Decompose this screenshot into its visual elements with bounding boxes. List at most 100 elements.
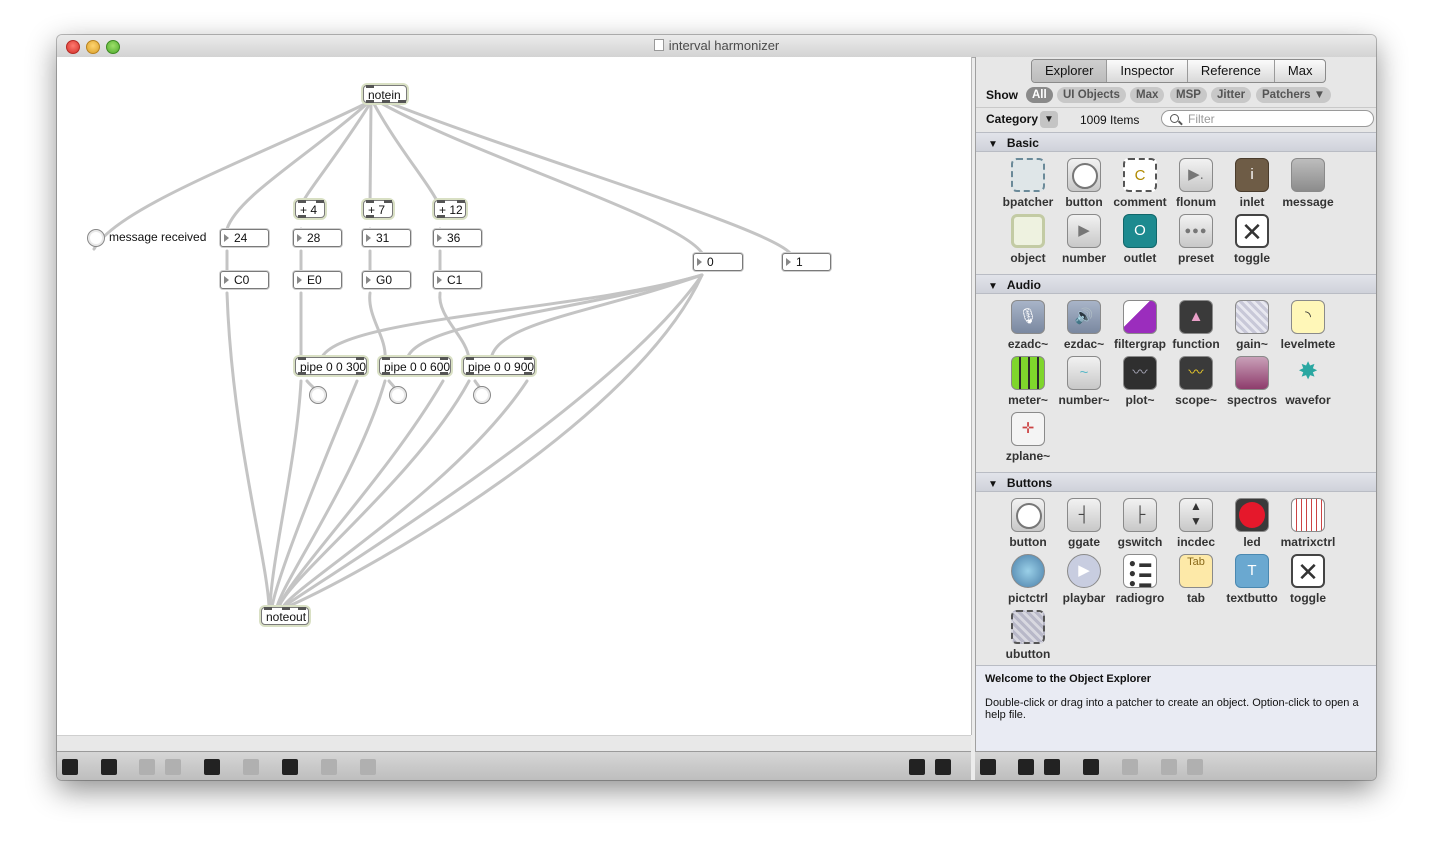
number-box-28[interactable]: 28 <box>293 229 342 247</box>
explorer-item-led[interactable]: led <box>1224 498 1280 554</box>
explorer-item-gswitch[interactable]: ├ gswitch <box>1112 498 1168 554</box>
eye-icon[interactable] <box>1083 759 1099 775</box>
note-name-box-c0[interactable]: C0 <box>220 271 269 289</box>
explorer-item-waveform[interactable]: ✸ wavefor <box>1280 356 1336 412</box>
title-bar[interactable]: interval harmonizer <box>57 35 1376 58</box>
category-dropdown[interactable]: ▼ <box>1040 111 1058 128</box>
item-label: number~ <box>1058 393 1110 407</box>
plus-7-object[interactable]: + 7 <box>363 200 393 218</box>
explorer-item-preset[interactable]: ●●● preset <box>1168 214 1224 270</box>
notein-object[interactable]: notein <box>363 85 407 103</box>
horizontal-scrollbar[interactable] <box>57 735 971 752</box>
note-name-box-g0[interactable]: G0 <box>362 271 411 289</box>
explorer-item-filtergraph[interactable]: filtergrap <box>1112 300 1168 356</box>
filter-patchers[interactable]: Patchers ▼ <box>1256 87 1332 103</box>
explorer-item-ezdac[interactable]: 🔊 ezdac~ <box>1056 300 1112 356</box>
pipe-600-object[interactable]: pipe 0 0 600 <box>379 357 451 375</box>
explorer-item-button-2[interactable]: button <box>1000 498 1056 554</box>
delete-icon[interactable] <box>165 759 181 775</box>
message-box-0[interactable]: 0 <box>693 253 743 271</box>
explorer-item-toggle-2[interactable]: ✕ toggle <box>1280 554 1336 610</box>
plus-4-object[interactable]: + 4 <box>295 200 325 218</box>
explorer-item-bpatcher[interactable]: bpatcher <box>1000 158 1056 214</box>
explorer-item-levelmeter[interactable]: ◝ levelmete <box>1280 300 1336 356</box>
disclosure-triangle-icon: ▼ <box>988 139 998 150</box>
pipe-300-bang[interactable] <box>309 386 327 404</box>
filter-ui-objects[interactable]: UI Objects <box>1057 87 1126 103</box>
explorer-item-spectroscope[interactable]: spectros <box>1224 356 1280 412</box>
explorer-item-toggle[interactable]: ✕ toggle <box>1224 214 1280 270</box>
explorer-item-function[interactable]: ▲ function <box>1168 300 1224 356</box>
note-name-box-c1[interactable]: C1 <box>433 271 482 289</box>
fonts-icon[interactable] <box>282 759 298 775</box>
explorer-item-button[interactable]: button <box>1056 158 1112 214</box>
explorer-item-zplane[interactable]: ✛ zplane~ <box>1000 412 1056 468</box>
explorer-item-radiogroup[interactable]: ● ▬ ● ▬ ● ▬ radiogro <box>1112 554 1168 610</box>
explorer-item-flonum[interactable]: ▶. flonum <box>1168 158 1224 214</box>
add-icon[interactable] <box>1122 759 1138 775</box>
explorer-item-gain[interactable]: gain~ <box>1224 300 1280 356</box>
explorer-item-object[interactable]: object <box>1000 214 1056 270</box>
explorer-item-number[interactable]: ▶ number <box>1056 214 1112 270</box>
section-buttons-header[interactable]: ▼ Buttons <box>976 472 1376 492</box>
explorer-item-pictctrl[interactable]: pictctrl <box>1000 554 1056 610</box>
single-view-icon[interactable] <box>909 759 925 775</box>
number-box-36[interactable]: 36 <box>433 229 482 247</box>
pipe-300-object[interactable]: pipe 0 0 300 <box>295 357 367 375</box>
menu-icon[interactable] <box>1187 759 1203 775</box>
explorer-item-message[interactable]: message <box>1280 158 1336 214</box>
info-icon[interactable] <box>243 759 259 775</box>
pipe-600-bang[interactable] <box>389 386 407 404</box>
explorer-item-ezadc[interactable]: 🎙 ezadc~ <box>1000 300 1056 356</box>
filter-msp[interactable]: MSP <box>1170 87 1207 103</box>
note-name: G0 <box>376 273 393 287</box>
explorer-item-number-tilde[interactable]: ~ number~ <box>1056 356 1112 412</box>
tab-reference[interactable]: Reference <box>1188 60 1275 82</box>
split-view-icon[interactable] <box>935 759 951 775</box>
explorer-item-playbar[interactable]: ▶ playbar <box>1056 554 1112 610</box>
pipe-900-bang[interactable] <box>473 386 491 404</box>
explorer-item-incdec[interactable]: ▲ ▼ incdec <box>1168 498 1224 554</box>
filter-all[interactable]: All <box>1026 87 1053 103</box>
explorer-item-ggate[interactable]: ┤ ggate <box>1056 498 1112 554</box>
filter-input[interactable]: Filter <box>1161 110 1374 127</box>
help-icon[interactable] <box>1161 759 1177 775</box>
number-box-31[interactable]: 31 <box>362 229 411 247</box>
filter-max[interactable]: Max <box>1130 87 1165 103</box>
section-audio-header[interactable]: ▼ Audio <box>976 274 1376 294</box>
explorer-item-tab[interactable]: Tab tab <box>1168 554 1224 610</box>
explorer-item-scope[interactable]: 〰 scope~ <box>1168 356 1224 412</box>
list-view-icon[interactable] <box>1044 759 1060 775</box>
filter-jitter[interactable]: Jitter <box>1211 87 1252 103</box>
explorer-item-outlet[interactable]: Ooutlet <box>1112 214 1168 270</box>
grid-icon[interactable] <box>321 759 337 775</box>
grid-view-icon[interactable] <box>1018 759 1034 775</box>
tab-explorer[interactable]: Explorer <box>1032 60 1108 82</box>
section-basic-header[interactable]: ▼ Basic <box>976 132 1376 152</box>
explorer-item-matrixctrl[interactable]: matrixctrl <box>1280 498 1336 554</box>
explorer-item-plot[interactable]: 〰 plot~ <box>1112 356 1168 412</box>
plus-12-object[interactable]: + 12 <box>434 200 466 218</box>
tab-max[interactable]: Max <box>1275 60 1326 82</box>
noteout-object[interactable]: noteout <box>261 607 309 625</box>
debug-icon[interactable] <box>204 759 220 775</box>
number-box-24[interactable]: 24 <box>220 229 269 247</box>
explorer-item-textbutton[interactable]: Ttextbutto <box>1224 554 1280 610</box>
pipe-900-object[interactable]: pipe 0 0 900 <box>463 357 535 375</box>
audio-icon[interactable] <box>360 759 376 775</box>
explorer-item-meter[interactable]: meter~ <box>1000 356 1056 412</box>
new-object-icon[interactable] <box>139 759 155 775</box>
explorer-item-comment[interactable]: Ccomment <box>1112 158 1168 214</box>
message-box-1[interactable]: 1 <box>782 253 831 271</box>
item-label: meter~ <box>1008 393 1048 407</box>
gear-icon[interactable] <box>980 759 996 775</box>
message-received-bang[interactable] <box>87 229 105 247</box>
patcher-canvas[interactable]: notein message received + 4 + 7 + 12 24 … <box>57 57 972 735</box>
tab-inspector[interactable]: Inspector <box>1107 60 1188 82</box>
note-name-box-e0[interactable]: E0 <box>293 271 342 289</box>
lock-icon[interactable] <box>62 759 78 775</box>
toggle-icon: ✕ <box>1235 214 1269 248</box>
presentation-icon[interactable] <box>101 759 117 775</box>
explorer-item-inlet[interactable]: i inlet <box>1224 158 1280 214</box>
explorer-item-ubutton[interactable]: ubutton <box>1000 610 1056 666</box>
